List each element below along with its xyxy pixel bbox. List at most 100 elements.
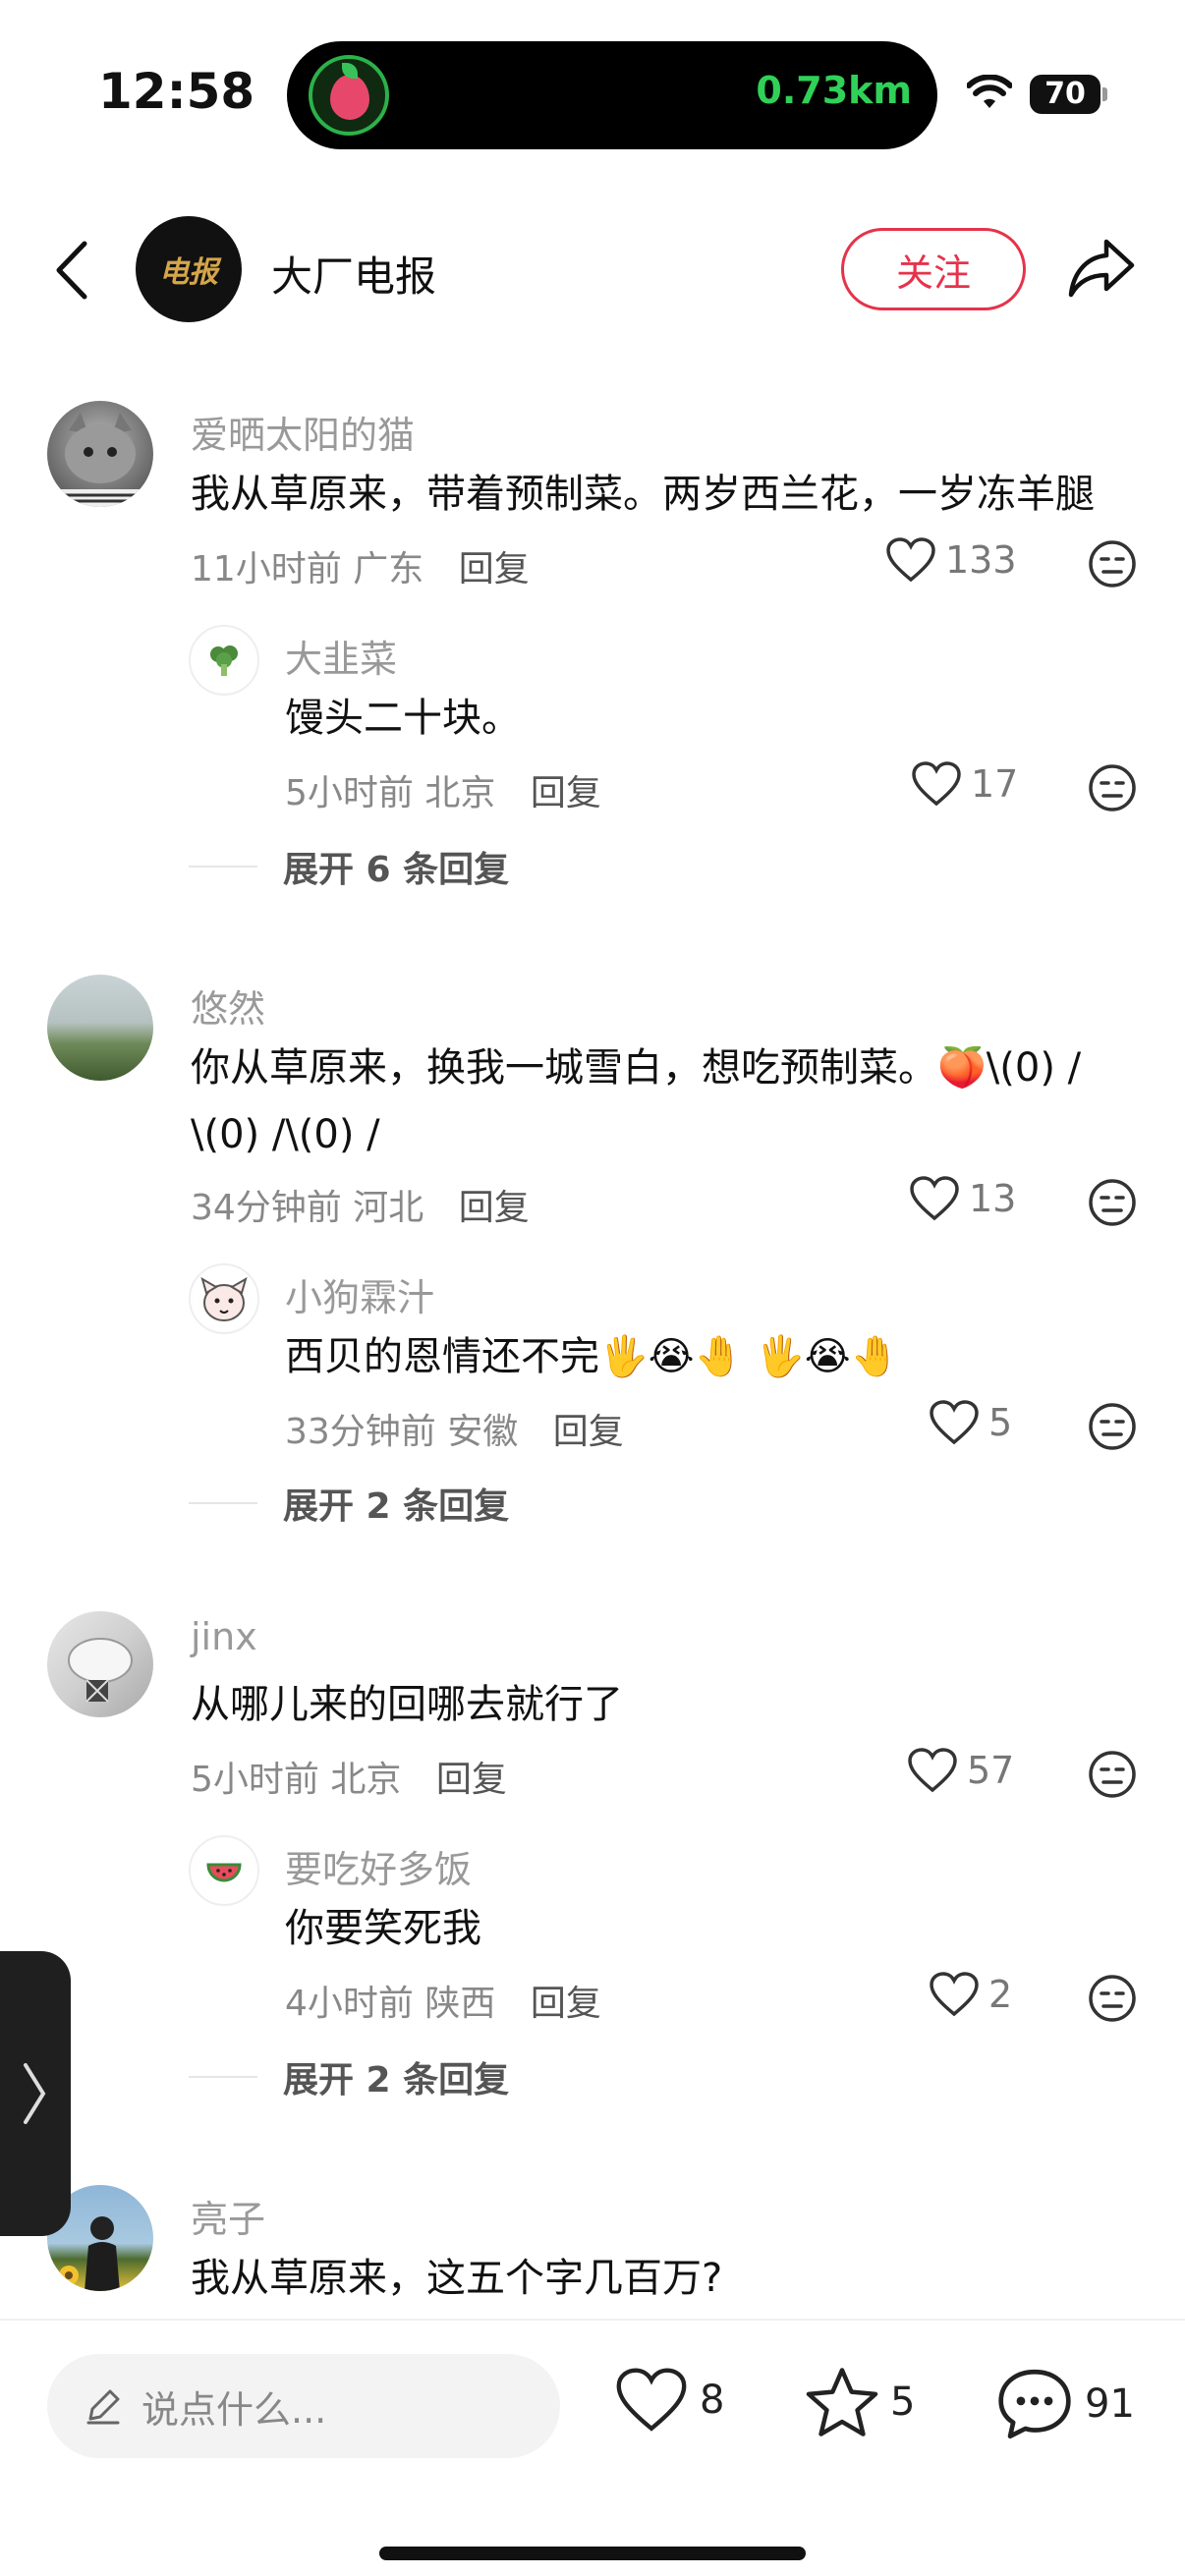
expand-replies[interactable]: 展开 6 条回复 <box>189 841 509 892</box>
comment-input[interactable]: 说点什么... <box>47 2354 560 2458</box>
emoji-react-icon[interactable] <box>1087 1973 1138 2024</box>
comment-username[interactable]: 爱晒太阳的猫 <box>191 405 415 459</box>
side-drawer-handle[interactable] <box>0 1951 71 2236</box>
home-indicator[interactable] <box>379 2547 806 2560</box>
wifi-icon <box>967 75 1012 108</box>
comment-username[interactable]: 悠然 <box>191 979 265 1033</box>
expand-replies[interactable]: 展开 2 条回复 <box>189 1478 509 1529</box>
reply-meta: 5小时前 北京 回复 <box>285 764 601 815</box>
channel-name[interactable]: 大厂电报 <box>271 244 436 304</box>
like-count: 133 <box>945 538 1017 582</box>
comment-text-line-1: 你从草原来，换我一城雪白，想吃预制菜。🍑\(0) / <box>191 1045 1082 1091</box>
emoji-react-icon[interactable] <box>1087 1177 1138 1228</box>
comment-region: 河北 <box>353 1188 424 1228</box>
chat-bubble-icon <box>998 2369 1071 2439</box>
comment-item: jinx 从哪儿来的回哪去就行了 5小时前 北京 回复 57 要吃好多饭 你要笑… <box>0 1599 1185 2130</box>
reply-region: 安徽 <box>447 1412 519 1452</box>
reply-meta: 4小时前 陕西 回复 <box>285 1975 601 2026</box>
post-like-button[interactable]: 8 <box>613 2366 724 2435</box>
channel-avatar[interactable]: 电报 <box>136 216 242 322</box>
comment-count: 91 <box>1085 2381 1135 2427</box>
status-time: 12:58 <box>98 63 255 120</box>
expand-replies-label: 展开 2 条回复 <box>283 2060 510 2100</box>
avatar[interactable] <box>189 625 259 696</box>
follow-button[interactable]: 关注 <box>841 228 1026 310</box>
status-bar: 12:58 0.73km 70 <box>0 0 1185 167</box>
battery-level: 70 <box>1044 77 1086 111</box>
avatar[interactable] <box>47 401 153 507</box>
reply-region: 陕西 <box>424 1984 496 2024</box>
favorite-button[interactable]: 5 <box>804 2366 915 2438</box>
comment-time: 5小时前 <box>191 1760 319 1800</box>
like-count: 5 <box>988 1401 1013 1444</box>
comment-text: 我从草原来，带着预制菜。两岁西兰花，一岁冻羊腿 <box>191 472 1095 517</box>
comment-text: 我从草原来，这五个字几百万? <box>191 2256 723 2301</box>
back-icon[interactable] <box>49 236 98 305</box>
like-count: 17 <box>971 762 1019 806</box>
avatar[interactable] <box>47 975 153 1081</box>
comment-meta: 34分钟前 河北 回复 <box>191 1179 530 1230</box>
reply-button[interactable]: 回复 <box>531 1984 601 2024</box>
like-button[interactable]: 133 <box>884 536 1017 584</box>
favorite-count: 5 <box>890 2380 916 2425</box>
avatar[interactable] <box>47 1611 153 1717</box>
comment-item: 爱晒太阳的猫 我从草原来，带着预制菜。两岁西兰花，一岁冻羊腿 11小时前 广东 … <box>0 383 1185 933</box>
comment-region: 北京 <box>330 1760 402 1800</box>
emoji-react-icon[interactable] <box>1087 538 1138 589</box>
heart-icon <box>908 1748 957 1793</box>
avatar[interactable] <box>189 1835 259 1906</box>
like-button[interactable]: 2 <box>928 1971 1012 2018</box>
pencil-icon <box>86 2389 120 2425</box>
reply-time: 5小时前 <box>285 773 414 813</box>
comment-meta: 11小时前 广东 回复 <box>191 540 530 591</box>
fitness-app-icon <box>309 55 389 136</box>
like-button[interactable]: 17 <box>910 760 1018 808</box>
reply-text: 馒头二十块。 <box>285 696 521 741</box>
reply-time: 4小时前 <box>285 1984 414 2024</box>
header: 电报 大厂电报 关注 <box>0 196 1185 344</box>
post-like-count: 8 <box>700 2378 725 2423</box>
like-count: 13 <box>969 1177 1017 1220</box>
like-button[interactable]: 5 <box>928 1399 1012 1446</box>
expand-replies[interactable]: 展开 2 条回复 <box>189 2051 509 2102</box>
star-icon <box>806 2368 878 2436</box>
chevron-right-icon <box>24 2063 46 2124</box>
battery-icon: 70 <box>1030 75 1108 114</box>
share-icon[interactable] <box>1067 236 1136 301</box>
reply-button[interactable]: 回复 <box>531 773 601 813</box>
comments-button[interactable]: 91 <box>994 2366 1135 2442</box>
like-button[interactable]: 13 <box>908 1175 1016 1222</box>
comment-time: 11小时前 <box>191 549 342 589</box>
comment-username[interactable]: jinx <box>191 1615 257 1658</box>
bottom-action-bar: 说点什么... 8 5 91 <box>0 2319 1185 2576</box>
dog-avatar-icon <box>200 1276 248 1321</box>
like-count: 57 <box>967 1749 1015 1792</box>
emoji-react-icon[interactable] <box>1087 1749 1138 1800</box>
reply-username[interactable]: 要吃好多饭 <box>285 1839 472 1893</box>
like-count: 2 <box>988 1973 1013 2016</box>
heart-icon <box>930 1400 979 1445</box>
like-button[interactable]: 57 <box>906 1747 1014 1794</box>
watermelon-icon <box>206 1863 242 1882</box>
reply-text: 你要笑死我 <box>285 1906 481 1951</box>
heart-icon <box>912 761 961 807</box>
heart-icon <box>910 1176 959 1221</box>
reply-button[interactable]: 回复 <box>459 549 530 589</box>
emoji-react-icon[interactable] <box>1087 762 1138 813</box>
emoji-react-icon[interactable] <box>1087 1401 1138 1452</box>
avatar[interactable] <box>189 1263 259 1334</box>
dynamic-island[interactable]: 0.73km <box>287 41 937 149</box>
reply-button[interactable]: 回复 <box>553 1412 624 1452</box>
expand-replies-label: 展开 2 条回复 <box>283 1486 510 1527</box>
reply-button[interactable]: 回复 <box>459 1188 530 1228</box>
reply-button[interactable]: 回复 <box>436 1760 507 1800</box>
reply-username[interactable]: 大韭菜 <box>285 629 397 683</box>
reply-username[interactable]: 小狗霖汁 <box>285 1267 434 1321</box>
heart-icon <box>616 2368 687 2432</box>
comment-username[interactable]: 亮子 <box>191 2189 265 2243</box>
expand-replies-label: 展开 6 条回复 <box>283 850 510 890</box>
heart-icon <box>886 537 935 583</box>
reply-meta: 33分钟前 安徽 回复 <box>285 1403 624 1454</box>
comment-text-line-2: \(0) /\(0) / <box>191 1112 380 1157</box>
comment-item: 悠然 你从草原来，换我一城雪白，想吃预制菜。🍑\(0) / \(0) /\(0)… <box>0 963 1185 1552</box>
